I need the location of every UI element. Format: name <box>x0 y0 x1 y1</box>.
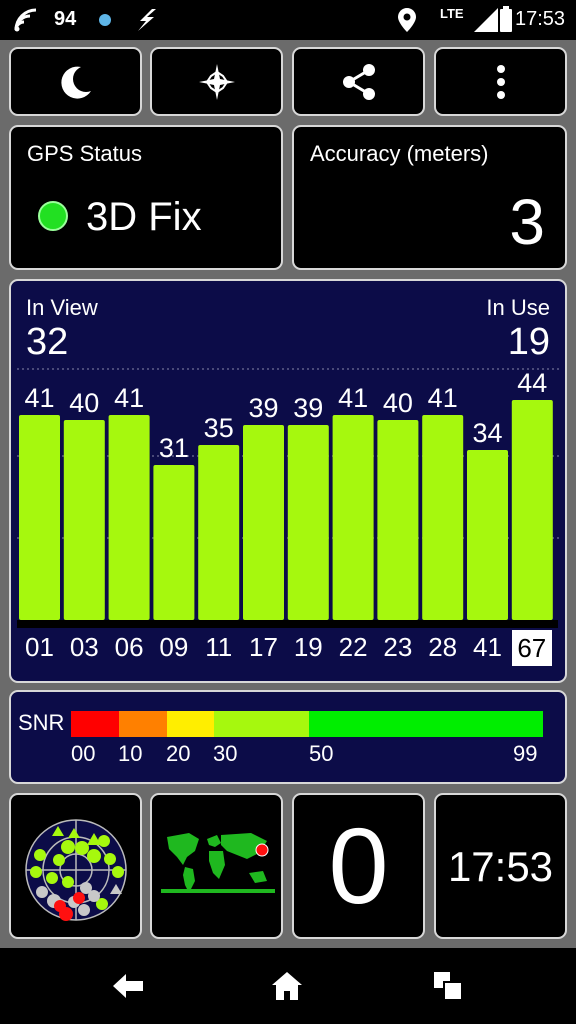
snr-bar-22 <box>332 415 374 620</box>
snr-tick-label: 10 <box>118 741 143 766</box>
snr-value-label: 35 <box>204 413 234 443</box>
prn-label: 01 <box>25 632 54 662</box>
prn-label: 23 <box>383 632 413 662</box>
snr-bar-17 <box>243 425 284 620</box>
snr-bar-19 <box>287 425 329 620</box>
snr-bar-11 <box>198 445 240 620</box>
prn-label: 06 <box>114 632 144 662</box>
recents-icon <box>434 972 462 1000</box>
snr-range-swatch <box>167 711 214 737</box>
snr-color-scale <box>71 711 543 737</box>
snr-value-label: 40 <box>69 388 99 418</box>
prn-label: 03 <box>69 632 99 662</box>
snr-bar-23 <box>377 420 419 620</box>
snr-bar-03 <box>63 420 105 620</box>
snr-value-label: 39 <box>293 393 323 423</box>
recents-button[interactable] <box>428 970 468 1002</box>
snr-bar-01 <box>19 415 60 620</box>
snr-value-label: 34 <box>472 418 502 448</box>
world-map-button[interactable] <box>150 793 283 939</box>
snr-range-swatch <box>214 711 309 737</box>
back-icon <box>113 974 143 998</box>
prn-label: 28 <box>428 632 458 662</box>
snr-range-swatch <box>119 711 167 737</box>
home-button[interactable] <box>267 970 307 1002</box>
snr-value-label: 44 <box>517 368 547 398</box>
satellite-count-panel: 0 <box>292 793 425 939</box>
navigation-bar <box>0 948 576 1024</box>
count-value: 0 <box>328 805 389 926</box>
prn-label: 17 <box>249 632 278 662</box>
snr-label: SNR <box>18 710 65 735</box>
snr-value-label: 41 <box>338 383 368 413</box>
snr-bar-09 <box>153 465 195 620</box>
snr-tick-label: 30 <box>213 741 238 766</box>
chart-baseline <box>17 620 558 628</box>
world-map-icon <box>161 833 275 893</box>
prn-label: 67 <box>511 630 552 666</box>
snr-bar-06 <box>108 415 150 620</box>
snr-tick-label: 50 <box>309 741 334 766</box>
prn-label: 19 <box>293 632 323 662</box>
prn-label: 22 <box>338 632 368 662</box>
snr-bar-67 <box>511 400 553 620</box>
clock-value: 17:53 <box>447 843 554 890</box>
home-icon <box>272 972 302 1000</box>
skyplot-icon <box>25 819 127 921</box>
snr-value-label: 41 <box>24 383 54 413</box>
snr-tick-label: 99 <box>513 741 538 766</box>
skyplot-button[interactable] <box>9 793 142 939</box>
snr-tick-label: 20 <box>166 741 191 766</box>
snr-value-label: 40 <box>383 388 413 418</box>
back-button[interactable] <box>108 970 148 1002</box>
snr-bar-28 <box>422 415 464 620</box>
snr-value-label: 41 <box>428 383 458 413</box>
snr-value-label: 31 <box>159 433 189 463</box>
snr-tick-label: 00 <box>71 741 96 766</box>
prn-label: 11 <box>205 632 233 662</box>
clock-panel: 17:53 <box>434 793 567 939</box>
prn-label: 09 <box>159 632 189 662</box>
snr-bar-41 <box>467 450 508 620</box>
snr-range-swatch <box>309 711 543 737</box>
snr-value-label: 41 <box>114 383 144 413</box>
snr-value-label: 39 <box>248 393 278 423</box>
snr-range-swatch <box>71 711 119 737</box>
snr-legend-panel: SNR 00 10 20 30 50 99 <box>9 690 567 784</box>
snr-bar-chart: 41 40 41 31 35 39 39 41 40 41 34 44 <box>17 368 559 628</box>
prn-label: 41 <box>473 632 502 662</box>
